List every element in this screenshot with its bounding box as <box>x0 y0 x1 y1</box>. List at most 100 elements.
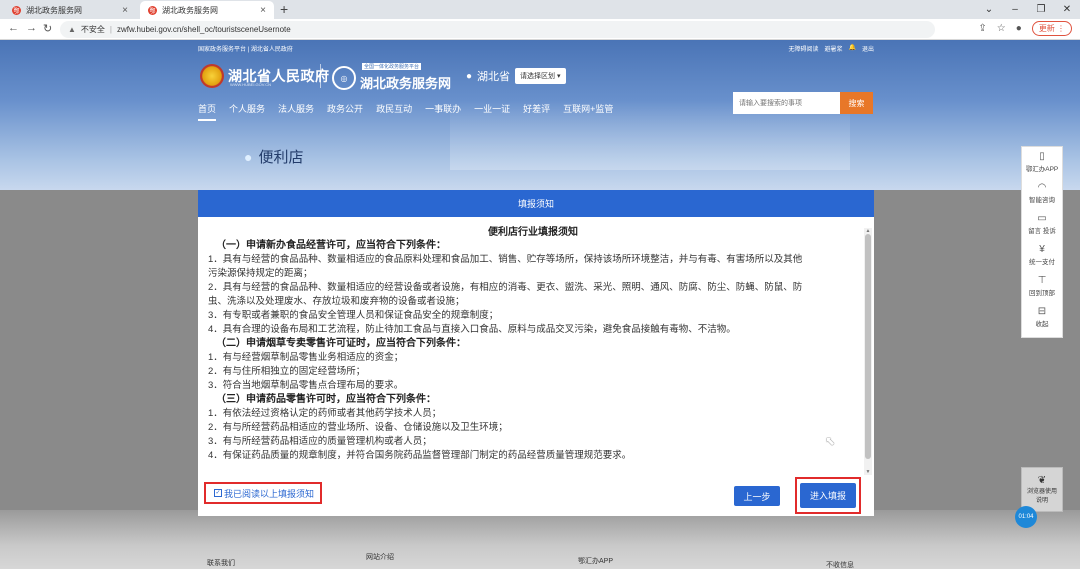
address-bar-actions: ⇪ ☆ ● 更新 ⋮ <box>978 21 1072 36</box>
store-title-text: 便利店 <box>258 149 304 166</box>
chevron-down-icon[interactable]: ⌄ <box>976 0 1002 19</box>
gov-sub: WWW.HUBEI.GOV.CN <box>230 82 271 87</box>
url-separator: | <box>109 25 112 34</box>
notice-section-heading: （二）申请烟草专卖零售许可证时，应当符合下列条件： <box>216 338 466 349</box>
side-item-app[interactable]: ▯ 鄂汇办APP <box>1022 147 1062 178</box>
side-label: 收起 <box>1035 321 1049 328</box>
nav-home[interactable]: 首页 <box>198 102 217 121</box>
footer-site-intro[interactable]: 网站介绍 <box>366 552 394 562</box>
restore-icon[interactable]: ❐ <box>1028 0 1054 19</box>
side-label: 鄂汇办APP <box>1025 166 1059 173</box>
site-favicon-icon: 鄂 <box>148 5 157 15</box>
browser-tab-1[interactable]: 鄂 湖北政务服务网 × <box>4 1 136 19</box>
message-icon: ▭ <box>1037 213 1047 224</box>
nav-onething[interactable]: 一事联办 <box>425 102 461 121</box>
warning-icon[interactable]: ▲ <box>68 25 76 34</box>
previous-step-button[interactable]: 上一步 <box>734 486 780 506</box>
footer-app[interactable]: 鄂汇办APP <box>578 556 613 566</box>
nav-rating[interactable]: 好差评 <box>523 102 550 121</box>
search-box: 搜索 <box>733 92 873 114</box>
nav-personal[interactable]: 个人服务 <box>229 102 265 121</box>
notice-content: （一）申请新办食品经营许可，应当符合下列条件： 1．具有与经营的食品品种、数量相适… <box>208 239 858 463</box>
side-item-message[interactable]: ▭ 留言 投诉 <box>1022 209 1062 240</box>
side-label: 留言 投诉 <box>1028 228 1056 235</box>
main-nav: 首页 个人服务 法人服务 政务公开 政民互动 一事联办 一业一证 好差评 互联网… <box>198 102 613 121</box>
url-field[interactable]: ▲ 不安全 | zwfw.hubei.gov.cn/shell_oc/touri… <box>60 21 935 38</box>
province-label: 湖北省 <box>477 71 511 83</box>
share-icon[interactable]: ⇪ <box>978 23 986 34</box>
notice-item: 3．符合当地烟草制品零售点合理布局的要求。 <box>208 380 404 391</box>
close-window-icon[interactable]: ✕ <box>1054 0 1080 19</box>
bookmark-star-icon[interactable]: ☆ <box>997 23 1006 34</box>
security-label: 不安全 <box>80 25 105 34</box>
scrollbar-thumb[interactable] <box>865 234 871 459</box>
notice-item: 3．有与所经营药品相适应的质量管理机构或者人员； <box>208 436 432 447</box>
close-tab-icon[interactable]: × <box>122 5 128 16</box>
region-dropdown[interactable]: 请选择区划 ▾ <box>515 68 566 84</box>
nav-onelicense[interactable]: 一业一证 <box>474 102 510 121</box>
enter-fill-highlight: 进入填报 <box>795 477 861 514</box>
footer-letter[interactable]: 不收信息 <box>826 560 854 569</box>
top-left-links[interactable]: 国家政务服务平台 | 湖北省人民政府 <box>198 44 293 53</box>
scroll-down-icon[interactable]: ▼ <box>864 469 872 475</box>
platform-emblem-icon: ◎ <box>332 66 356 90</box>
browser-tab-2[interactable]: 鄂 湖北政务服务网 × <box>140 1 274 19</box>
browser-tab-bar: 鄂 湖北政务服务网 × 鄂 湖北政务服务网 × + ⌄ – ❐ ✕ <box>0 0 1080 19</box>
user-link[interactable]: 避暑浆 <box>824 44 842 53</box>
nav-interact[interactable]: 政民互动 <box>376 102 412 121</box>
platform-logo[interactable]: ◎ 全国一体化政务服务平台 湖北政务服务网 <box>332 63 452 92</box>
nav-public[interactable]: 政务公开 <box>327 102 363 121</box>
nav-legal[interactable]: 法人服务 <box>278 102 314 121</box>
bell-icon[interactable]: 🔔 <box>849 44 856 53</box>
nav-supervision[interactable]: 互联网+监管 <box>563 102 613 121</box>
side-item-collapse[interactable]: ⊟ 收起 <box>1022 302 1062 333</box>
logout-link[interactable]: 退出 <box>862 44 874 53</box>
modal-scrollbar[interactable]: ▲ ▼ <box>864 228 872 475</box>
update-button[interactable]: 更新 ⋮ <box>1031 21 1072 36</box>
notice-item: 3．有专职或者兼职的食品安全管理人员和保证食品安全的规章制度； <box>208 310 499 321</box>
agree-checkbox[interactable]: ✓ 我已阅读以上填报须知 <box>204 482 322 504</box>
notice-section-heading: （一）申请新办食品经营许可，应当符合下列条件： <box>216 240 446 251</box>
notice-item: 2．有与住所相独立的固定经营场所； <box>208 366 366 377</box>
platform-name: 湖北政务服务网 <box>360 76 452 91</box>
search-button[interactable]: 搜索 <box>840 92 873 114</box>
side-item-payment[interactable]: ¥ 统一支付 <box>1022 240 1062 271</box>
gov-logo[interactable]: 湖北省人民政府 WWW.HUBEI.GOV.CN <box>200 64 330 88</box>
enter-fill-button[interactable]: 进入填报 <box>800 483 856 508</box>
window-controls: ⌄ – ❐ ✕ <box>976 0 1080 19</box>
leaf-icon: ❦ <box>1037 475 1047 486</box>
notice-item: 2．具有与经营的食品品种、数量相适应的经营设备或者设施，有相应的消毒、更衣、盥洗… <box>208 282 803 293</box>
location-pin-icon: ● <box>466 70 473 82</box>
store-title: ● 便利店 <box>244 146 303 167</box>
clock-badge: 01:04 <box>1015 506 1037 528</box>
search-input[interactable] <box>733 92 840 114</box>
new-tab-icon[interactable]: + <box>280 1 288 17</box>
notice-item: 4．有保证药品质量的规章制度，并符合国务院药品监督管理部门制定的药品经营质量管理… <box>208 450 632 461</box>
side-toolbar: ▯ 鄂汇办APP ◠ 智能咨询 ▭ 留言 投诉 ¥ 统一支付 ⊤ 回到顶部 ⊟ … <box>1021 146 1063 338</box>
modal-body[interactable]: 便利店行业填报须知 （一）申请新办食品经营许可，应当符合下列条件： 1．具有与经营… <box>198 217 874 472</box>
accessibility-link[interactable]: 无障碍阅读 <box>788 44 818 53</box>
back-icon[interactable]: ← <box>8 22 19 34</box>
side-label: 回到顶部 <box>1029 290 1055 297</box>
forward-icon[interactable]: → <box>26 22 37 34</box>
header-banner: 国家政务服务平台 | 湖北省人民政府 无障碍阅读 避暑浆 🔔 退出 湖北省人民政… <box>0 40 1080 190</box>
logo-divider <box>320 64 321 88</box>
side-item-top[interactable]: ⊤ 回到顶部 <box>1022 271 1062 302</box>
footer-contact[interactable]: 联系我们 <box>207 558 235 568</box>
platform-tag: 全国一体化政务服务平台 <box>362 63 422 70</box>
modal-header: 填报须知 <box>198 190 874 217</box>
reload-icon[interactable]: ↻ <box>43 22 52 35</box>
checkbox-icon[interactable]: ✓ <box>214 489 222 497</box>
top-icon: ⊤ <box>1037 275 1047 286</box>
notice-item: 4．具有合理的设备布局和工艺流程，防止待加工食品与直接入口食品、原料与成品交叉污… <box>208 324 736 335</box>
notice-item: 1．有依法经过资格认定的药师或者其他药学技术人员； <box>208 408 442 419</box>
close-tab-icon[interactable]: × <box>260 5 266 16</box>
side-item-consult[interactable]: ◠ 智能咨询 <box>1022 178 1062 209</box>
mouse-cursor-icon: ⬉ <box>825 434 836 448</box>
profile-icon[interactable]: ● <box>1016 23 1022 34</box>
notice-item: 2．有与所经营药品相适应的营业场所、设备、仓储设施以及卫生环境； <box>208 422 508 433</box>
address-bar: ← → ↻ ▲ 不安全 | zwfw.hubei.gov.cn/shell_oc… <box>0 19 1080 40</box>
agree-label: 我已阅读以上填报须知 <box>224 488 315 499</box>
top-strip: 国家政务服务平台 | 湖北省人民政府 无障碍阅读 避暑浆 🔔 退出 <box>198 42 874 54</box>
minimize-icon[interactable]: – <box>1002 0 1028 19</box>
